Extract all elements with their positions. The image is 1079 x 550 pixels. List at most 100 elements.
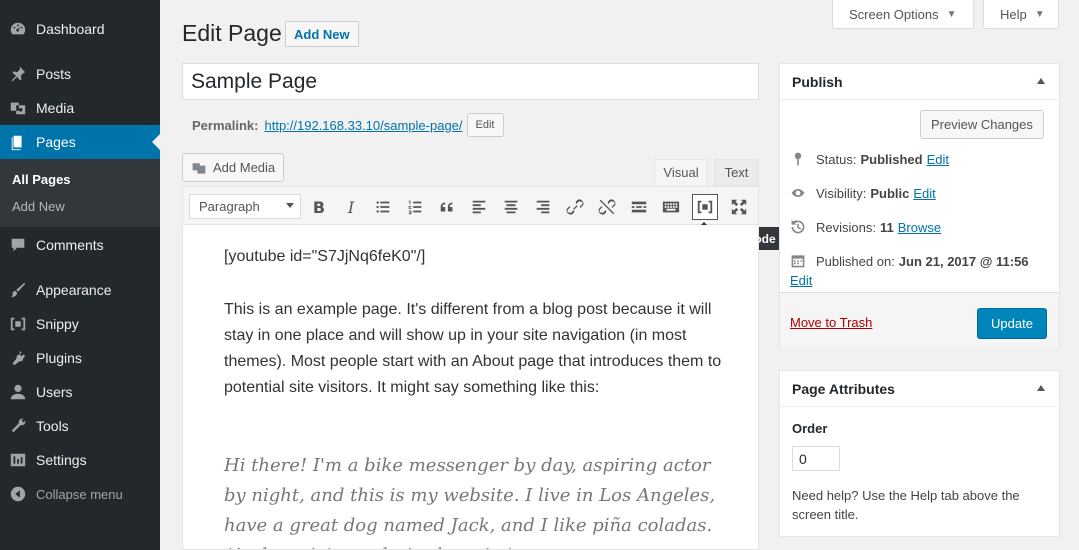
collapse-icon <box>0 485 36 503</box>
status-label: Status: <box>816 151 857 167</box>
permalink-link[interactable]: http://192.168.33.10/sample-page/ <box>264 118 462 133</box>
sidebar-item-tools[interactable]: Tools <box>0 409 160 443</box>
help-text: Need help? Use the Help tab above the sc… <box>792 488 1020 522</box>
sidebar-item-label: Users <box>36 384 73 400</box>
collapse-toggle-icon[interactable] <box>1037 385 1045 391</box>
toolbar-toggle-button[interactable] <box>658 194 684 220</box>
sidebar-item-label: Tools <box>36 418 69 434</box>
submenu-all-pages[interactable]: All Pages <box>12 172 71 187</box>
fullscreen-button[interactable] <box>726 194 752 220</box>
tab-text[interactable]: Text <box>714 159 759 186</box>
fullscreen-icon <box>731 199 747 215</box>
collapse-toggle-icon[interactable] <box>1037 78 1045 84</box>
sidebar-item-pages[interactable]: Pages <box>0 125 160 159</box>
editor-toolbar: Paragraph B I <box>182 186 759 225</box>
align-right-button[interactable] <box>530 194 556 220</box>
help-label: Help <box>1000 6 1027 22</box>
publish-box: Publish Preview Changes Status: Publishe… <box>779 63 1060 348</box>
editor-content[interactable]: [youtube id="S7JjNq6feK0"/] This is an e… <box>182 225 759 550</box>
italic-icon: I <box>347 197 355 217</box>
preview-changes-button[interactable]: Preview Changes <box>920 110 1044 139</box>
add-media-label: Add Media <box>213 160 276 175</box>
media-icon <box>0 99 36 117</box>
post-title-input[interactable]: Sample Page <box>182 63 759 100</box>
order-input[interactable]: 0 <box>792 446 840 471</box>
sidebar-item-label: Posts <box>36 66 72 82</box>
sidebar-item-label: Plugins <box>36 350 82 366</box>
update-button[interactable]: Update <box>977 308 1047 339</box>
brush-icon <box>0 281 36 299</box>
permalink-row: Permalink: http://192.168.33.10/sample-p… <box>192 113 504 137</box>
history-icon <box>791 219 805 234</box>
sidebar-item-media[interactable]: Media <box>0 91 160 125</box>
admin-sidebar: Dashboard Posts Media Pages All Pages Ad… <box>0 0 160 550</box>
read-more-button[interactable] <box>626 194 652 220</box>
bullet-list-button[interactable] <box>370 194 396 220</box>
add-new-button[interactable]: Add New <box>285 21 359 47</box>
move-to-trash-link[interactable]: Move to Trash <box>790 315 872 330</box>
sidebar-item-dashboard[interactable]: Dashboard <box>0 12 160 46</box>
plug-icon <box>0 349 36 367</box>
numbered-list-button[interactable] <box>402 194 428 220</box>
bold-icon: B <box>312 197 326 217</box>
sidebar-item-posts[interactable]: Posts <box>0 57 160 91</box>
bold-button[interactable]: B <box>306 194 332 220</box>
collapse-label: Collapse menu <box>36 486 123 502</box>
published-on-row: Published on: Jun 21, 2017 @ 11:56 <box>790 253 1029 269</box>
sidebar-item-comments[interactable]: Comments <box>0 228 160 262</box>
help-button[interactable]: Help ▼ <box>983 0 1059 29</box>
sidebar-item-plugins[interactable]: Plugins <box>0 341 160 375</box>
align-left-button[interactable] <box>466 194 492 220</box>
remove-link-button[interactable] <box>594 194 620 220</box>
page-attributes-header[interactable]: Page Attributes <box>780 371 1059 407</box>
revisions-row: Revisions: 11 Browse <box>790 219 941 235</box>
italic-button[interactable]: I <box>338 194 364 220</box>
bullet-list-icon <box>376 201 390 213</box>
status-edit-link[interactable]: Edit <box>927 152 949 167</box>
calendar-icon <box>791 255 805 268</box>
body-paragraph: This is an example page. It's different … <box>224 301 722 396</box>
published-edit-link[interactable]: Edit <box>790 273 812 288</box>
sidebar-item-label: Comments <box>36 237 104 253</box>
sidebar-item-snippy[interactable]: Snippy <box>0 307 160 341</box>
add-media-button[interactable]: Add Media <box>182 153 285 182</box>
order-label: Order <box>792 421 828 436</box>
status-value: Published <box>860 151 923 167</box>
sidebar-item-label: Settings <box>36 452 87 468</box>
browse-revisions-link[interactable]: Browse <box>898 220 941 235</box>
collapse-menu-button[interactable]: Collapse menu <box>0 477 160 511</box>
status-row: Status: Published Edit <box>790 151 949 167</box>
pages-submenu: All Pages Add New <box>0 159 160 227</box>
visibility-edit-link[interactable]: Edit <box>913 186 935 201</box>
insert-snippy-shortcode-button[interactable] <box>692 194 718 220</box>
tab-visual[interactable]: Visual <box>654 159 708 186</box>
chevron-down-icon <box>286 203 294 208</box>
screen-options-button[interactable]: Screen Options ▼ <box>832 0 974 29</box>
format-select[interactable]: Paragraph <box>189 194 301 219</box>
blockquote-text: Hi there! I'm a bike messenger by day, a… <box>224 455 716 549</box>
align-center-button[interactable] <box>498 194 524 220</box>
published-value: Jun 21, 2017 @ 11:56 <box>898 253 1029 269</box>
sidebar-item-appearance[interactable]: Appearance <box>0 273 160 307</box>
user-icon <box>0 383 36 401</box>
sidebar-item-settings[interactable]: Settings <box>0 443 160 477</box>
align-left-icon <box>472 200 486 214</box>
read-more-icon <box>631 201 647 213</box>
align-center-icon <box>504 200 518 214</box>
eye-icon <box>791 189 805 197</box>
submenu-add-new[interactable]: Add New <box>12 199 65 214</box>
keyboard-icon <box>662 201 680 213</box>
publish-header[interactable]: Publish <box>780 64 1059 100</box>
sidebar-item-users[interactable]: Users <box>0 375 160 409</box>
shortcode-text: [youtube id="S7JjNq6feK0"/] <box>224 248 426 265</box>
publish-title: Publish <box>792 73 843 90</box>
pin-icon <box>0 65 36 83</box>
pin-icon <box>794 152 802 166</box>
permalink-edit-button[interactable]: Edit <box>466 113 504 137</box>
sidebar-item-label: Appearance <box>36 282 112 298</box>
insert-link-button[interactable] <box>562 194 588 220</box>
page-attributes-title: Page Attributes <box>792 380 895 397</box>
align-right-icon <box>536 200 550 214</box>
blockquote-button[interactable] <box>434 194 460 220</box>
link-icon <box>566 199 584 215</box>
